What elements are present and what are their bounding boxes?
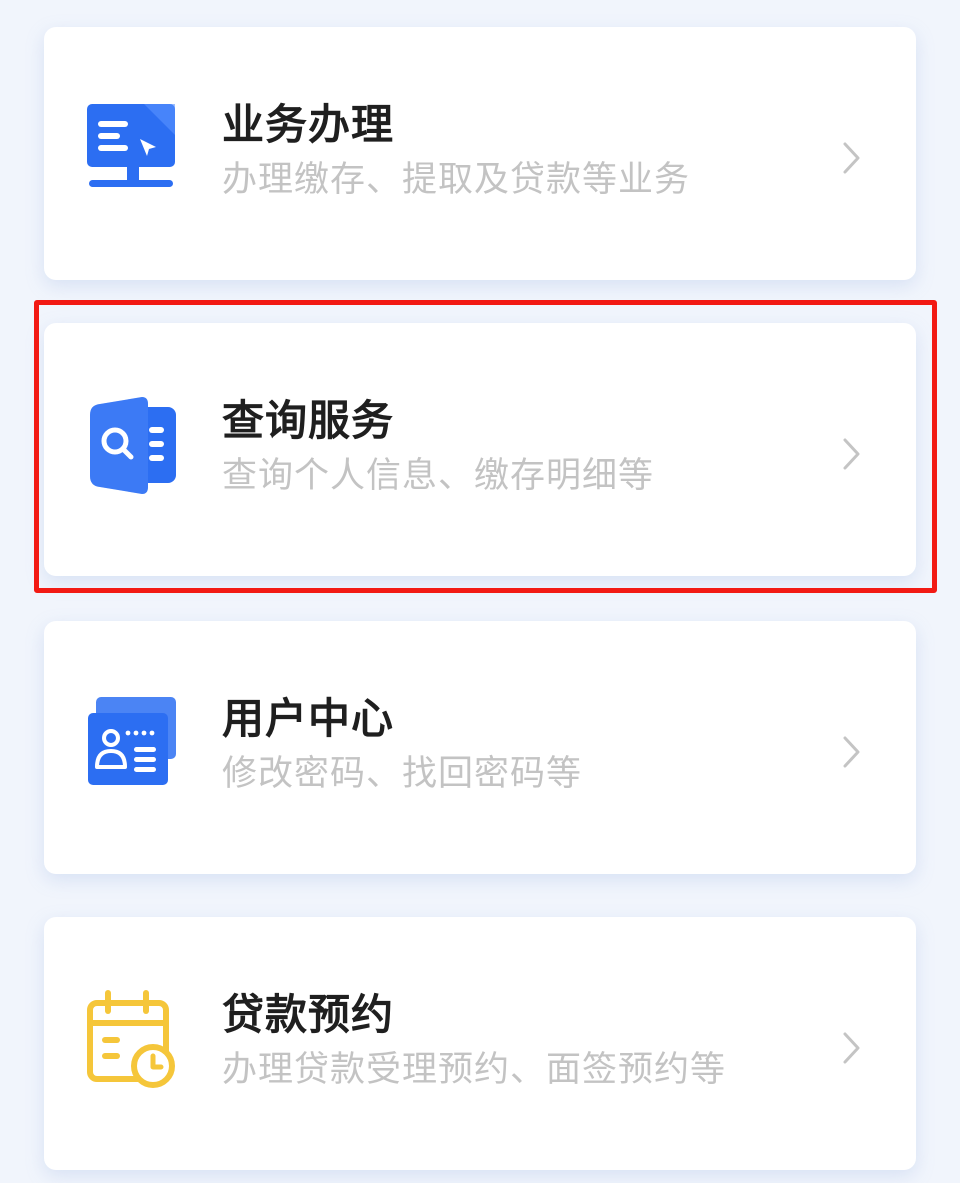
calendar-clock-icon (84, 989, 184, 1089)
menu-item-subtitle: 查询个人信息、缴存明细等 (222, 456, 655, 496)
monitor-icon (84, 99, 184, 199)
menu-item-title: 贷款预约 (222, 990, 395, 1039)
menu-item-title: 业务办理 (222, 100, 395, 149)
menu-item-user-center[interactable]: 用户中心 修改密码、找回密码等 (44, 621, 916, 874)
menu-item-subtitle: 办理贷款受理预约、面签预约等 (222, 1050, 727, 1090)
menu-item-query[interactable]: 查询服务 查询个人信息、缴存明细等 (44, 323, 916, 576)
chevron-right-icon (840, 1031, 864, 1065)
menu-item-business[interactable]: 业务办理 办理缴存、提取及贷款等业务 (44, 27, 916, 280)
chevron-right-icon (840, 735, 864, 769)
menu-item-title: 用户中心 (222, 694, 395, 743)
user-card-icon (84, 693, 184, 793)
menu-item-subtitle: 修改密码、找回密码等 (222, 754, 583, 794)
menu-item-title: 查询服务 (222, 396, 395, 445)
chevron-right-icon (840, 437, 864, 471)
search-document-icon (84, 395, 184, 495)
menu-item-loan-appointment[interactable]: 贷款预约 办理贷款受理预约、面签预约等 (44, 917, 916, 1170)
chevron-right-icon (840, 141, 864, 175)
menu-item-subtitle: 办理缴存、提取及贷款等业务 (222, 160, 691, 200)
